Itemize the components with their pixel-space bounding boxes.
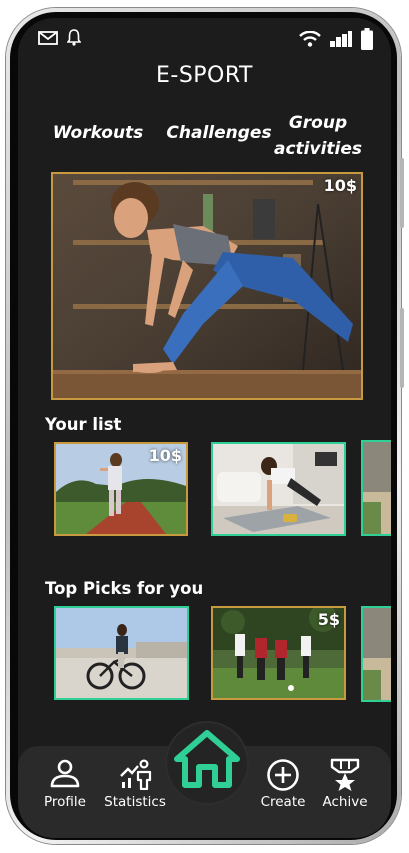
nav-create-label: Create — [260, 794, 306, 810]
your-list-card-1[interactable]: 10$ — [54, 442, 188, 536]
nav-achive[interactable]: Achive — [310, 746, 380, 810]
top-picks-card-2[interactable]: 5$ — [211, 606, 346, 700]
featured-workout-card[interactable]: 10$ — [51, 172, 363, 400]
man-cycling-photo — [56, 608, 187, 698]
app-screen: E-SPORT Workouts Challenges Group activi… — [18, 18, 391, 838]
nav-statistics[interactable]: Statistics — [100, 746, 170, 810]
top-picks-price-2: 5$ — [317, 610, 340, 629]
your-list-card-2[interactable] — [211, 442, 346, 536]
nav-profile-label: Profile — [44, 794, 86, 810]
bell-icon — [67, 29, 81, 46]
signal-icon — [330, 31, 352, 47]
your-list-title: Your list — [45, 415, 122, 434]
top-picks-card-3[interactable] — [361, 606, 391, 702]
top-picks-title: Top Picks for you — [45, 579, 204, 598]
top-picks-card-1[interactable] — [54, 606, 189, 700]
statistics-icon — [120, 759, 152, 790]
nav-create[interactable]: Create — [248, 746, 318, 810]
woman-plank-on-mat-photo — [213, 444, 344, 534]
tab-group-activities[interactable]: Group activities — [272, 110, 364, 162]
status-bar-left — [38, 29, 81, 46]
your-list-price-1: 10$ — [148, 446, 182, 465]
outdoor-path-photo — [363, 608, 391, 700]
volume-button — [400, 308, 404, 388]
your-list-card-3[interactable] — [361, 440, 391, 536]
nav-home[interactable] — [167, 723, 247, 803]
profile-icon — [50, 759, 80, 788]
nav-achive-label: Achive — [322, 794, 368, 810]
status-bar-right — [299, 28, 373, 50]
tab-workouts[interactable]: Workouts — [48, 120, 148, 146]
nav-statistics-label: Statistics — [104, 794, 166, 810]
power-button — [400, 158, 404, 228]
wifi-icon — [299, 31, 321, 47]
tab-challenges[interactable]: Challenges — [160, 120, 278, 146]
plus-circle-icon — [267, 759, 299, 791]
home-icon — [174, 730, 240, 788]
featured-price: 10$ — [323, 176, 357, 195]
app-title: E-SPORT — [155, 63, 253, 88]
mail-icon — [38, 30, 58, 45]
battery-icon — [361, 28, 373, 50]
medal-icon — [330, 758, 360, 791]
woman-stretching-lunge-photo — [53, 174, 361, 398]
nav-profile[interactable]: Profile — [30, 746, 100, 810]
outdoor-path-photo — [363, 442, 391, 534]
